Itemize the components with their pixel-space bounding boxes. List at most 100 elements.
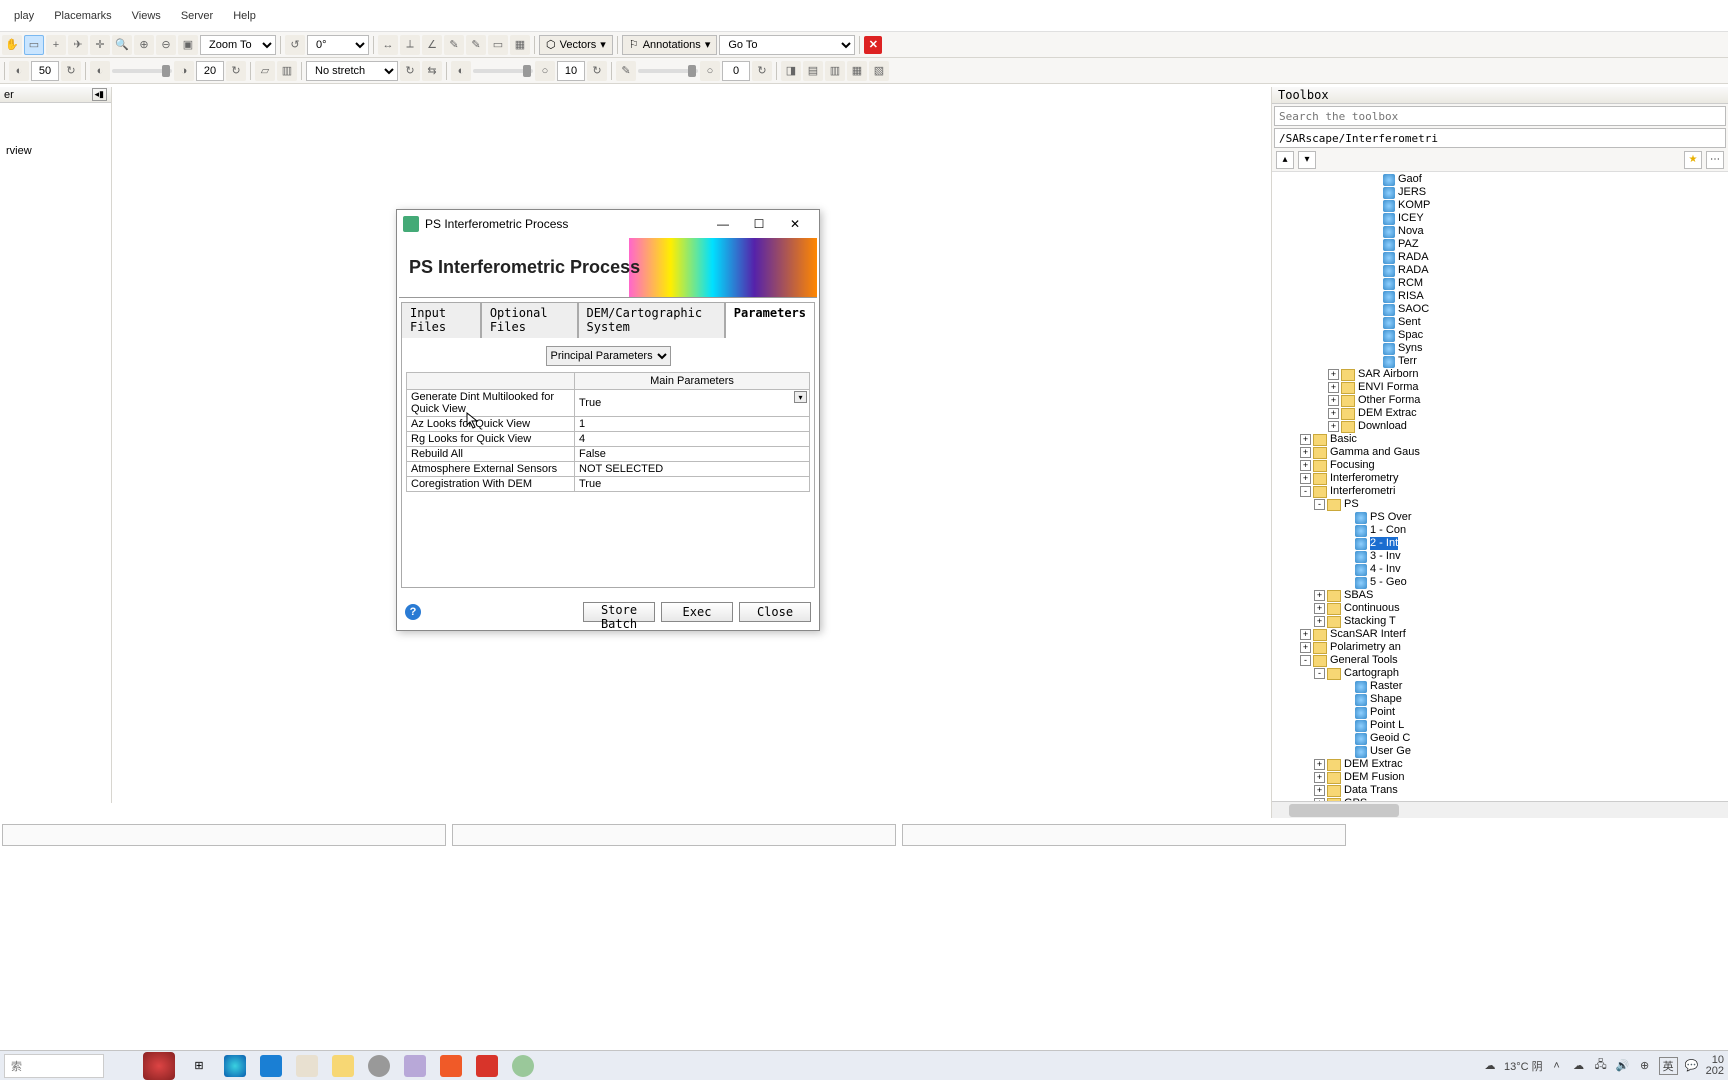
tool-zoom-fit-icon[interactable]: ▣ bbox=[178, 35, 198, 55]
zoom-to-select[interactable]: Zoom To bbox=[200, 35, 276, 55]
expand-all-icon[interactable]: ▾ bbox=[1298, 151, 1316, 169]
grad-d-icon[interactable]: ▦ bbox=[847, 61, 867, 81]
tree-item-selected[interactable]: 2 - Int bbox=[1272, 537, 1728, 550]
refresh-3-icon[interactable]: ↻ bbox=[400, 61, 420, 81]
dialog-titlebar[interactable]: PS Interferometric Process ― ☐ ✕ bbox=[397, 210, 819, 238]
tray-date[interactable]: 202 bbox=[1706, 1066, 1724, 1077]
tree-item[interactable]: -General Tools bbox=[1272, 654, 1728, 667]
go-to-select[interactable]: Go To bbox=[719, 35, 855, 55]
expand-icon[interactable]: + bbox=[1300, 460, 1311, 471]
param-value-cell[interactable]: False bbox=[575, 447, 810, 462]
grad-c-icon[interactable]: ▥ bbox=[825, 61, 845, 81]
tab-optional-files[interactable]: Optional Files bbox=[481, 302, 578, 338]
contrast-b-icon[interactable]: ◐ bbox=[90, 61, 110, 81]
menu-item-server[interactable]: Server bbox=[171, 6, 223, 26]
tool-zoom-icon[interactable]: 🔍 bbox=[112, 35, 132, 55]
refresh-2-icon[interactable]: ↻ bbox=[226, 61, 246, 81]
tree-item[interactable]: 4 - Inv bbox=[1272, 563, 1728, 576]
tool-g-icon[interactable]: ▦ bbox=[510, 35, 530, 55]
rotate-select[interactable]: 0° bbox=[307, 35, 369, 55]
tree-item[interactable]: +Interferometry bbox=[1272, 472, 1728, 485]
weather-text[interactable]: 13°C 阴 bbox=[1504, 1058, 1543, 1074]
tree-item[interactable]: +Other Forma bbox=[1272, 394, 1728, 407]
stretch-select[interactable]: No stretch bbox=[306, 61, 398, 81]
taskbar-explorer-icon[interactable] bbox=[326, 1052, 360, 1080]
minimize-button[interactable]: ― bbox=[705, 212, 741, 236]
tray-time[interactable]: 10 bbox=[1706, 1055, 1724, 1066]
taskbar-game-icon[interactable] bbox=[138, 1052, 180, 1080]
refresh-5-icon[interactable]: ↻ bbox=[752, 61, 772, 81]
toolbox-search-input[interactable] bbox=[1274, 106, 1726, 126]
tool-rotate-icon[interactable]: ↺ bbox=[285, 35, 305, 55]
tree-item[interactable]: Shape bbox=[1272, 693, 1728, 706]
contrast-d-icon[interactable]: ◐ bbox=[451, 61, 471, 81]
taskbar-taskview-icon[interactable]: ⊞ bbox=[182, 1052, 216, 1080]
tree-item[interactable]: Spac bbox=[1272, 329, 1728, 342]
tree-item[interactable]: Geoid C bbox=[1272, 732, 1728, 745]
vectors-dropdown[interactable]: ⬡Vectors▾ bbox=[539, 35, 613, 55]
tree-item[interactable]: SAOC bbox=[1272, 303, 1728, 316]
tree-item[interactable]: +Stacking T bbox=[1272, 615, 1728, 628]
tool-hand-icon[interactable]: ✋ bbox=[2, 35, 22, 55]
value-50-input[interactable] bbox=[31, 61, 59, 81]
tool-f-icon[interactable]: ▭ bbox=[488, 35, 508, 55]
refresh-4-icon[interactable]: ↻ bbox=[587, 61, 607, 81]
expand-icon[interactable]: + bbox=[1300, 434, 1311, 445]
tool-extra-icon[interactable]: ⋯ bbox=[1706, 151, 1724, 169]
taskbar-app6-icon[interactable] bbox=[506, 1052, 540, 1080]
tree-item[interactable]: ICEY bbox=[1272, 212, 1728, 225]
annotations-dropdown[interactable]: ⚐Annotations▾ bbox=[622, 35, 718, 55]
help-icon[interactable]: ? bbox=[405, 604, 421, 620]
tool-plus-icon[interactable]: + bbox=[46, 35, 66, 55]
param-value-cell[interactable]: 1 bbox=[575, 417, 810, 432]
tree-item[interactable]: Nova bbox=[1272, 225, 1728, 238]
collapse-icon[interactable]: - bbox=[1300, 655, 1311, 666]
dropdown-arrow-icon[interactable]: ▾ bbox=[794, 391, 807, 403]
tree-item[interactable]: +ScanSAR Interf bbox=[1272, 628, 1728, 641]
tray-chevron-icon[interactable]: ˄ bbox=[1549, 1058, 1565, 1074]
tree-item[interactable]: +Polarimetry an bbox=[1272, 641, 1728, 654]
hist-a-icon[interactable]: ▱ bbox=[255, 61, 275, 81]
tree-item[interactable]: +Continuous bbox=[1272, 602, 1728, 615]
tool-zoom-out-icon[interactable]: ⊖ bbox=[156, 35, 176, 55]
collapse-icon[interactable]: ◂▮ bbox=[92, 88, 107, 101]
tool-a-icon[interactable]: ↔ bbox=[378, 35, 398, 55]
tray-globe-icon[interactable]: ⊕ bbox=[1637, 1058, 1653, 1074]
tree-item[interactable]: 5 - Geo bbox=[1272, 576, 1728, 589]
tree-item[interactable]: RCM bbox=[1272, 277, 1728, 290]
expand-icon[interactable]: + bbox=[1300, 642, 1311, 653]
menu-item-placemarks[interactable]: Placemarks bbox=[44, 6, 121, 26]
tree-item[interactable]: RADA bbox=[1272, 264, 1728, 277]
taskbar-app2-icon[interactable] bbox=[362, 1052, 396, 1080]
tree-item[interactable]: 1 - Con bbox=[1272, 524, 1728, 537]
tree-item[interactable]: Terr bbox=[1272, 355, 1728, 368]
value-0-input[interactable] bbox=[722, 61, 750, 81]
tree-item[interactable]: Raster bbox=[1272, 680, 1728, 693]
taskbar-app4-icon[interactable] bbox=[434, 1052, 468, 1080]
grad-a-icon[interactable]: ◨ bbox=[781, 61, 801, 81]
param-group-select[interactable]: Principal Parameters bbox=[546, 346, 671, 366]
toolbox-tree[interactable]: GaofJERSKOMPICEYNovaPAZRADARADARCMRISASA… bbox=[1272, 172, 1728, 801]
contrast-a-icon[interactable]: ◐ bbox=[9, 61, 29, 81]
expand-icon[interactable]: + bbox=[1300, 447, 1311, 458]
slider-3[interactable] bbox=[638, 69, 698, 73]
tree-item[interactable]: Syns bbox=[1272, 342, 1728, 355]
collapse-icon[interactable]: - bbox=[1300, 486, 1311, 497]
tree-item[interactable]: +Basic bbox=[1272, 433, 1728, 446]
taskbar-edge-icon[interactable] bbox=[218, 1052, 252, 1080]
tab-parameters[interactable]: Parameters bbox=[725, 302, 815, 338]
store-batch-button[interactable]: Store Batch bbox=[583, 602, 655, 622]
tree-item[interactable]: PS Over bbox=[1272, 511, 1728, 524]
tool-h-icon[interactable]: ⇆ bbox=[422, 61, 442, 81]
value-10-input[interactable] bbox=[557, 61, 585, 81]
grad-e-icon[interactable]: ▧ bbox=[869, 61, 889, 81]
tree-item[interactable]: +SBAS bbox=[1272, 589, 1728, 602]
param-value-cell[interactable]: 4 bbox=[575, 432, 810, 447]
expand-icon[interactable]: + bbox=[1314, 759, 1325, 770]
tool-cross-icon[interactable]: ✛ bbox=[90, 35, 110, 55]
contrast-c-icon[interactable]: ◑ bbox=[174, 61, 194, 81]
close-button[interactable]: ✕ bbox=[777, 212, 813, 236]
expand-icon[interactable]: + bbox=[1314, 603, 1325, 614]
tree-item[interactable]: Point bbox=[1272, 706, 1728, 719]
tree-item[interactable]: +DEM Extrac bbox=[1272, 407, 1728, 420]
